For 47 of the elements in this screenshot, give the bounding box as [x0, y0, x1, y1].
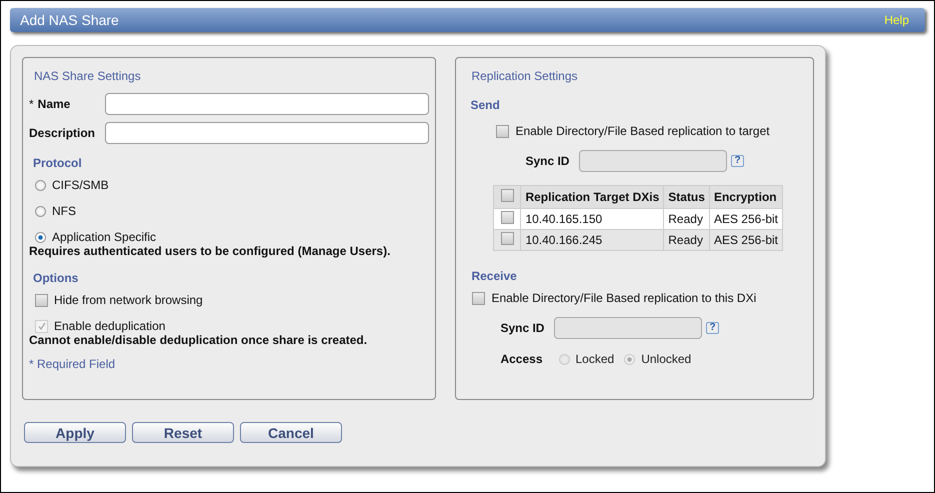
panel-title: NAS Share Settings [34, 69, 141, 83]
section-heading: Protocol [33, 156, 82, 170]
section-heading: Receive [471, 269, 517, 283]
input-field[interactable] [105, 122, 430, 144]
checkbox[interactable] [496, 124, 510, 138]
radio-label: CIFS/SMB [52, 178, 109, 192]
action-button[interactable]: Cancel [240, 422, 342, 443]
field-label: * Name [29, 97, 72, 111]
radio-label: Application Specific [52, 230, 156, 244]
table-cell: 10.40.166.245 [520, 230, 664, 250]
checkbox[interactable] [500, 232, 514, 245]
protocol-note: Requires authenticated users to be configured (Manage Users). [29, 244, 390, 258]
radio-label: NFS [52, 204, 76, 218]
checkbox-label: Enable Directory/File Based replication to this DXi [491, 291, 756, 305]
checkbox[interactable] [500, 189, 514, 202]
table-cell: 10.40.165.150 [520, 208, 664, 230]
radio-label: Unlocked [641, 352, 692, 366]
table-cell: Ready [664, 208, 710, 230]
checkbox[interactable] [500, 211, 514, 224]
field-label: Access [500, 352, 542, 366]
action-button[interactable]: Reset [132, 422, 234, 443]
column-header[interactable]: Replication Target DXis [520, 186, 664, 208]
field-label: Sync ID [525, 154, 570, 168]
required-note: * Required Field [29, 357, 116, 371]
checkbox[interactable] [472, 292, 486, 304]
column-header[interactable]: Status [664, 186, 710, 208]
table-cell: Ready [664, 230, 710, 250]
panel-title: Replication Settings [471, 69, 578, 83]
table-cell: AES 256-bit [709, 230, 782, 250]
radio-label: Locked [576, 352, 614, 366]
column-header[interactable]: Encryption [709, 186, 782, 208]
radio-button[interactable] [35, 180, 46, 190]
radio-button[interactable] [35, 206, 46, 216]
section-heading: Send [470, 98, 500, 112]
field-label: Sync ID [500, 321, 544, 335]
radio-button[interactable] [35, 232, 46, 242]
checkbox-label: Enable Directory/File Based replication to target [515, 124, 770, 138]
window-title: Add NAS Share [20, 12, 119, 28]
table-cell: AES 256-bit [709, 208, 782, 230]
checkbox-label: Hide from network browsing [54, 293, 203, 307]
input-field[interactable] [105, 93, 430, 115]
field-label: Description [29, 126, 96, 140]
checkbox-label: Enable deduplication [54, 319, 166, 333]
action-button[interactable]: Apply [24, 422, 126, 443]
section-heading: Options [33, 271, 78, 285]
checkbox[interactable] [35, 294, 48, 306]
dedup-note: Cannot enable/disable deduplication once share is created. [29, 333, 368, 347]
